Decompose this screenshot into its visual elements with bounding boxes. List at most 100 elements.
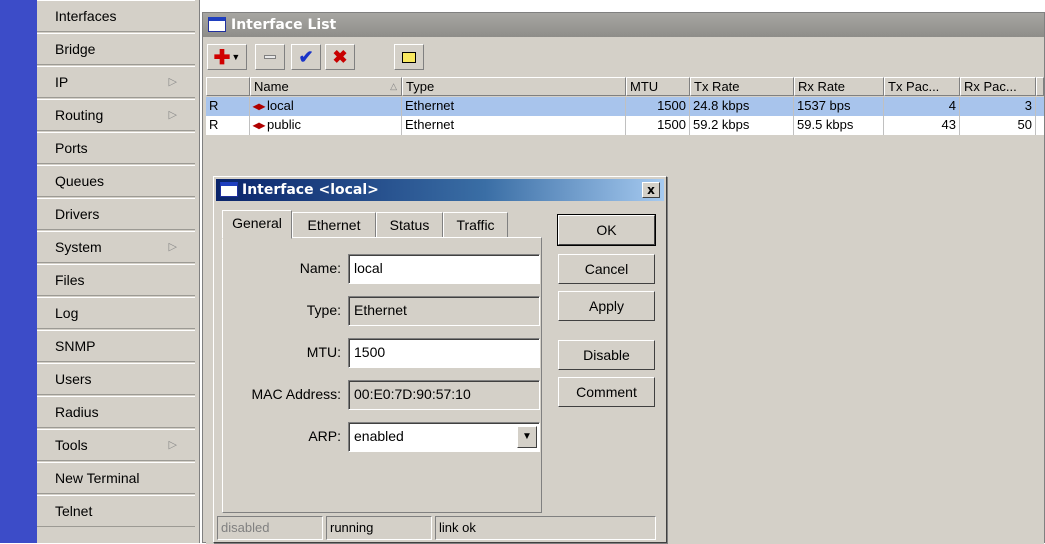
column-header-rx-packets[interactable]: Rx Pac... — [960, 77, 1036, 96]
window-icon — [220, 182, 238, 197]
type-field: Ethernet — [348, 296, 540, 326]
minus-icon — [264, 55, 276, 59]
table-row[interactable]: R ◂▸ local Ethernet 1500 24.8 kbps 1537 b… — [206, 97, 1044, 116]
general-tab-panel: Name: local Type: Ethernet MTU: 1500 MAC… — [222, 237, 542, 513]
apply-button[interactable]: Apply — [558, 291, 655, 321]
submenu-arrow-icon: ▷ — [168, 76, 177, 88]
sidebar-item-interfaces[interactable]: Interfaces — [37, 0, 195, 32]
column-header-mtu[interactable]: MTU — [626, 77, 690, 96]
name-label: Name: — [299, 260, 341, 276]
close-button[interactable]: x — [642, 182, 660, 198]
table-header: Name △ Type MTU Tx Rate Rx Rate Tx Pac...… — [206, 77, 1044, 96]
sidebar-item-label: Drivers — [55, 206, 100, 222]
plus-icon: ✚ — [213, 46, 231, 69]
row-name: ◂▸ public — [250, 116, 402, 135]
row-tx-packets: 4 — [884, 97, 960, 116]
sidebar-item-snmp[interactable]: SNMP — [37, 330, 195, 362]
tab-traffic[interactable]: Traffic — [443, 212, 508, 238]
cross-icon: ✖ — [332, 46, 348, 67]
sidebar-item-label: IP — [55, 74, 69, 90]
toolbar: ✚ ▼ ✔ ✖ — [203, 41, 1044, 75]
row-tx-rate: 24.8 kbps — [690, 97, 794, 116]
close-icon: x — [647, 183, 655, 197]
add-button[interactable]: ✚ ▼ — [207, 44, 247, 70]
row-mtu: 1500 — [626, 116, 690, 135]
sidebar-item-label: Routing — [55, 107, 104, 123]
column-header-rx-rate[interactable]: Rx Rate — [794, 77, 884, 96]
sidebar-item-label: Queues — [55, 173, 105, 189]
interface-icon: ◂▸ — [253, 99, 266, 113]
sidebar-item-label: Log — [55, 305, 79, 321]
submenu-arrow-icon: ▷ — [168, 109, 177, 121]
checkmark-icon: ✔ — [298, 46, 314, 67]
sidebar-item-bridge[interactable]: Bridge — [37, 33, 195, 65]
sidebar-item-ports[interactable]: Ports — [37, 132, 195, 164]
sidebar-item-log[interactable]: Log — [37, 297, 195, 329]
status-enabled: disabled — [217, 516, 323, 540]
arp-select-value: enabled — [354, 428, 404, 444]
status-link: link ok — [435, 516, 656, 540]
sidebar-item-files[interactable]: Files — [37, 264, 195, 296]
ok-button[interactable]: OK — [557, 214, 656, 246]
sidebar-blue-strip — [0, 0, 37, 543]
sidebar-item-ip[interactable]: IP ▷ — [37, 66, 195, 98]
window-title-bar[interactable]: Interface List — [203, 13, 1044, 37]
enable-button[interactable]: ✔ — [291, 44, 321, 70]
table-row[interactable]: R ◂▸ public Ethernet 1500 59.2 kbps 59.5 … — [206, 116, 1044, 135]
dialog-title-bar[interactable]: Interface <local> x — [216, 179, 664, 201]
chevron-down-icon[interactable]: ▼ — [517, 426, 537, 448]
remove-button[interactable] — [255, 44, 285, 70]
sidebar-item-system[interactable]: System ▷ — [37, 231, 195, 263]
sort-arrow-icon: △ — [390, 81, 397, 91]
row-rx-rate: 59.5 kbps — [794, 116, 884, 135]
disable-button[interactable]: ✖ — [325, 44, 355, 70]
window-title: Interface List — [231, 17, 337, 33]
sidebar-item-radius[interactable]: Radius — [37, 396, 195, 428]
sidebar-item-label: Files — [55, 272, 85, 288]
row-type: Ethernet — [402, 97, 626, 116]
column-header-tx-packets[interactable]: Tx Pac... — [884, 77, 960, 96]
sidebar-item-label: New Terminal — [55, 470, 140, 486]
tab-status[interactable]: Status — [376, 212, 443, 238]
status-running: running — [326, 516, 432, 540]
submenu-arrow-icon: ▷ — [168, 439, 177, 451]
row-name: ◂▸ local — [250, 97, 402, 116]
sidebar-item-routing[interactable]: Routing ▷ — [37, 99, 195, 131]
cancel-button[interactable]: Cancel — [558, 254, 655, 284]
note-icon — [402, 51, 416, 63]
tab-general[interactable]: General — [222, 210, 292, 239]
column-header-tx-rate[interactable]: Tx Rate — [690, 77, 794, 96]
sidebar-item-label: Bridge — [55, 41, 96, 57]
mac-address-label: MAC Address: — [251, 386, 341, 402]
column-header-flag[interactable] — [206, 77, 250, 96]
sidebar-item-label: Radius — [55, 404, 99, 420]
row-rx-packets: 50 — [960, 116, 1036, 135]
row-name-text: local — [267, 98, 294, 113]
mtu-label: MTU: — [306, 344, 341, 360]
sidebar-menu: Interfaces Bridge IP ▷ Routing ▷ Ports Que… — [37, 0, 200, 543]
comment-button[interactable]: Comment — [558, 377, 655, 407]
sidebar-item-users[interactable]: Users — [37, 363, 195, 395]
sidebar-item-label: SNMP — [55, 338, 96, 354]
column-header-label: Name — [254, 79, 289, 94]
row-tx-packets: 43 — [884, 116, 960, 135]
row-tx-rate: 59.2 kbps — [690, 116, 794, 135]
column-header-name[interactable]: Name △ — [250, 77, 402, 96]
sidebar-item-queues[interactable]: Queues — [37, 165, 195, 197]
sidebar-item-label: Telnet — [55, 503, 93, 519]
comment-button[interactable] — [394, 44, 424, 70]
name-field[interactable]: local — [348, 254, 540, 284]
sidebar-item-label: Tools — [55, 437, 88, 453]
column-header-type[interactable]: Type — [402, 77, 626, 96]
row-rx-rate: 1537 bps — [794, 97, 884, 116]
sidebar-item-new-terminal[interactable]: New Terminal — [37, 462, 195, 494]
arp-select[interactable]: enabled ▼ — [348, 422, 540, 452]
sidebar-item-drivers[interactable]: Drivers — [37, 198, 195, 230]
row-type: Ethernet — [402, 116, 626, 135]
disable-button[interactable]: Disable — [558, 340, 655, 370]
sidebar-item-telnet[interactable]: Telnet — [37, 495, 195, 527]
mtu-field[interactable]: 1500 — [348, 338, 540, 368]
sidebar-item-tools[interactable]: Tools ▷ — [37, 429, 195, 461]
tab-ethernet[interactable]: Ethernet — [292, 212, 376, 238]
dialog-title: Interface <local> — [242, 182, 379, 198]
